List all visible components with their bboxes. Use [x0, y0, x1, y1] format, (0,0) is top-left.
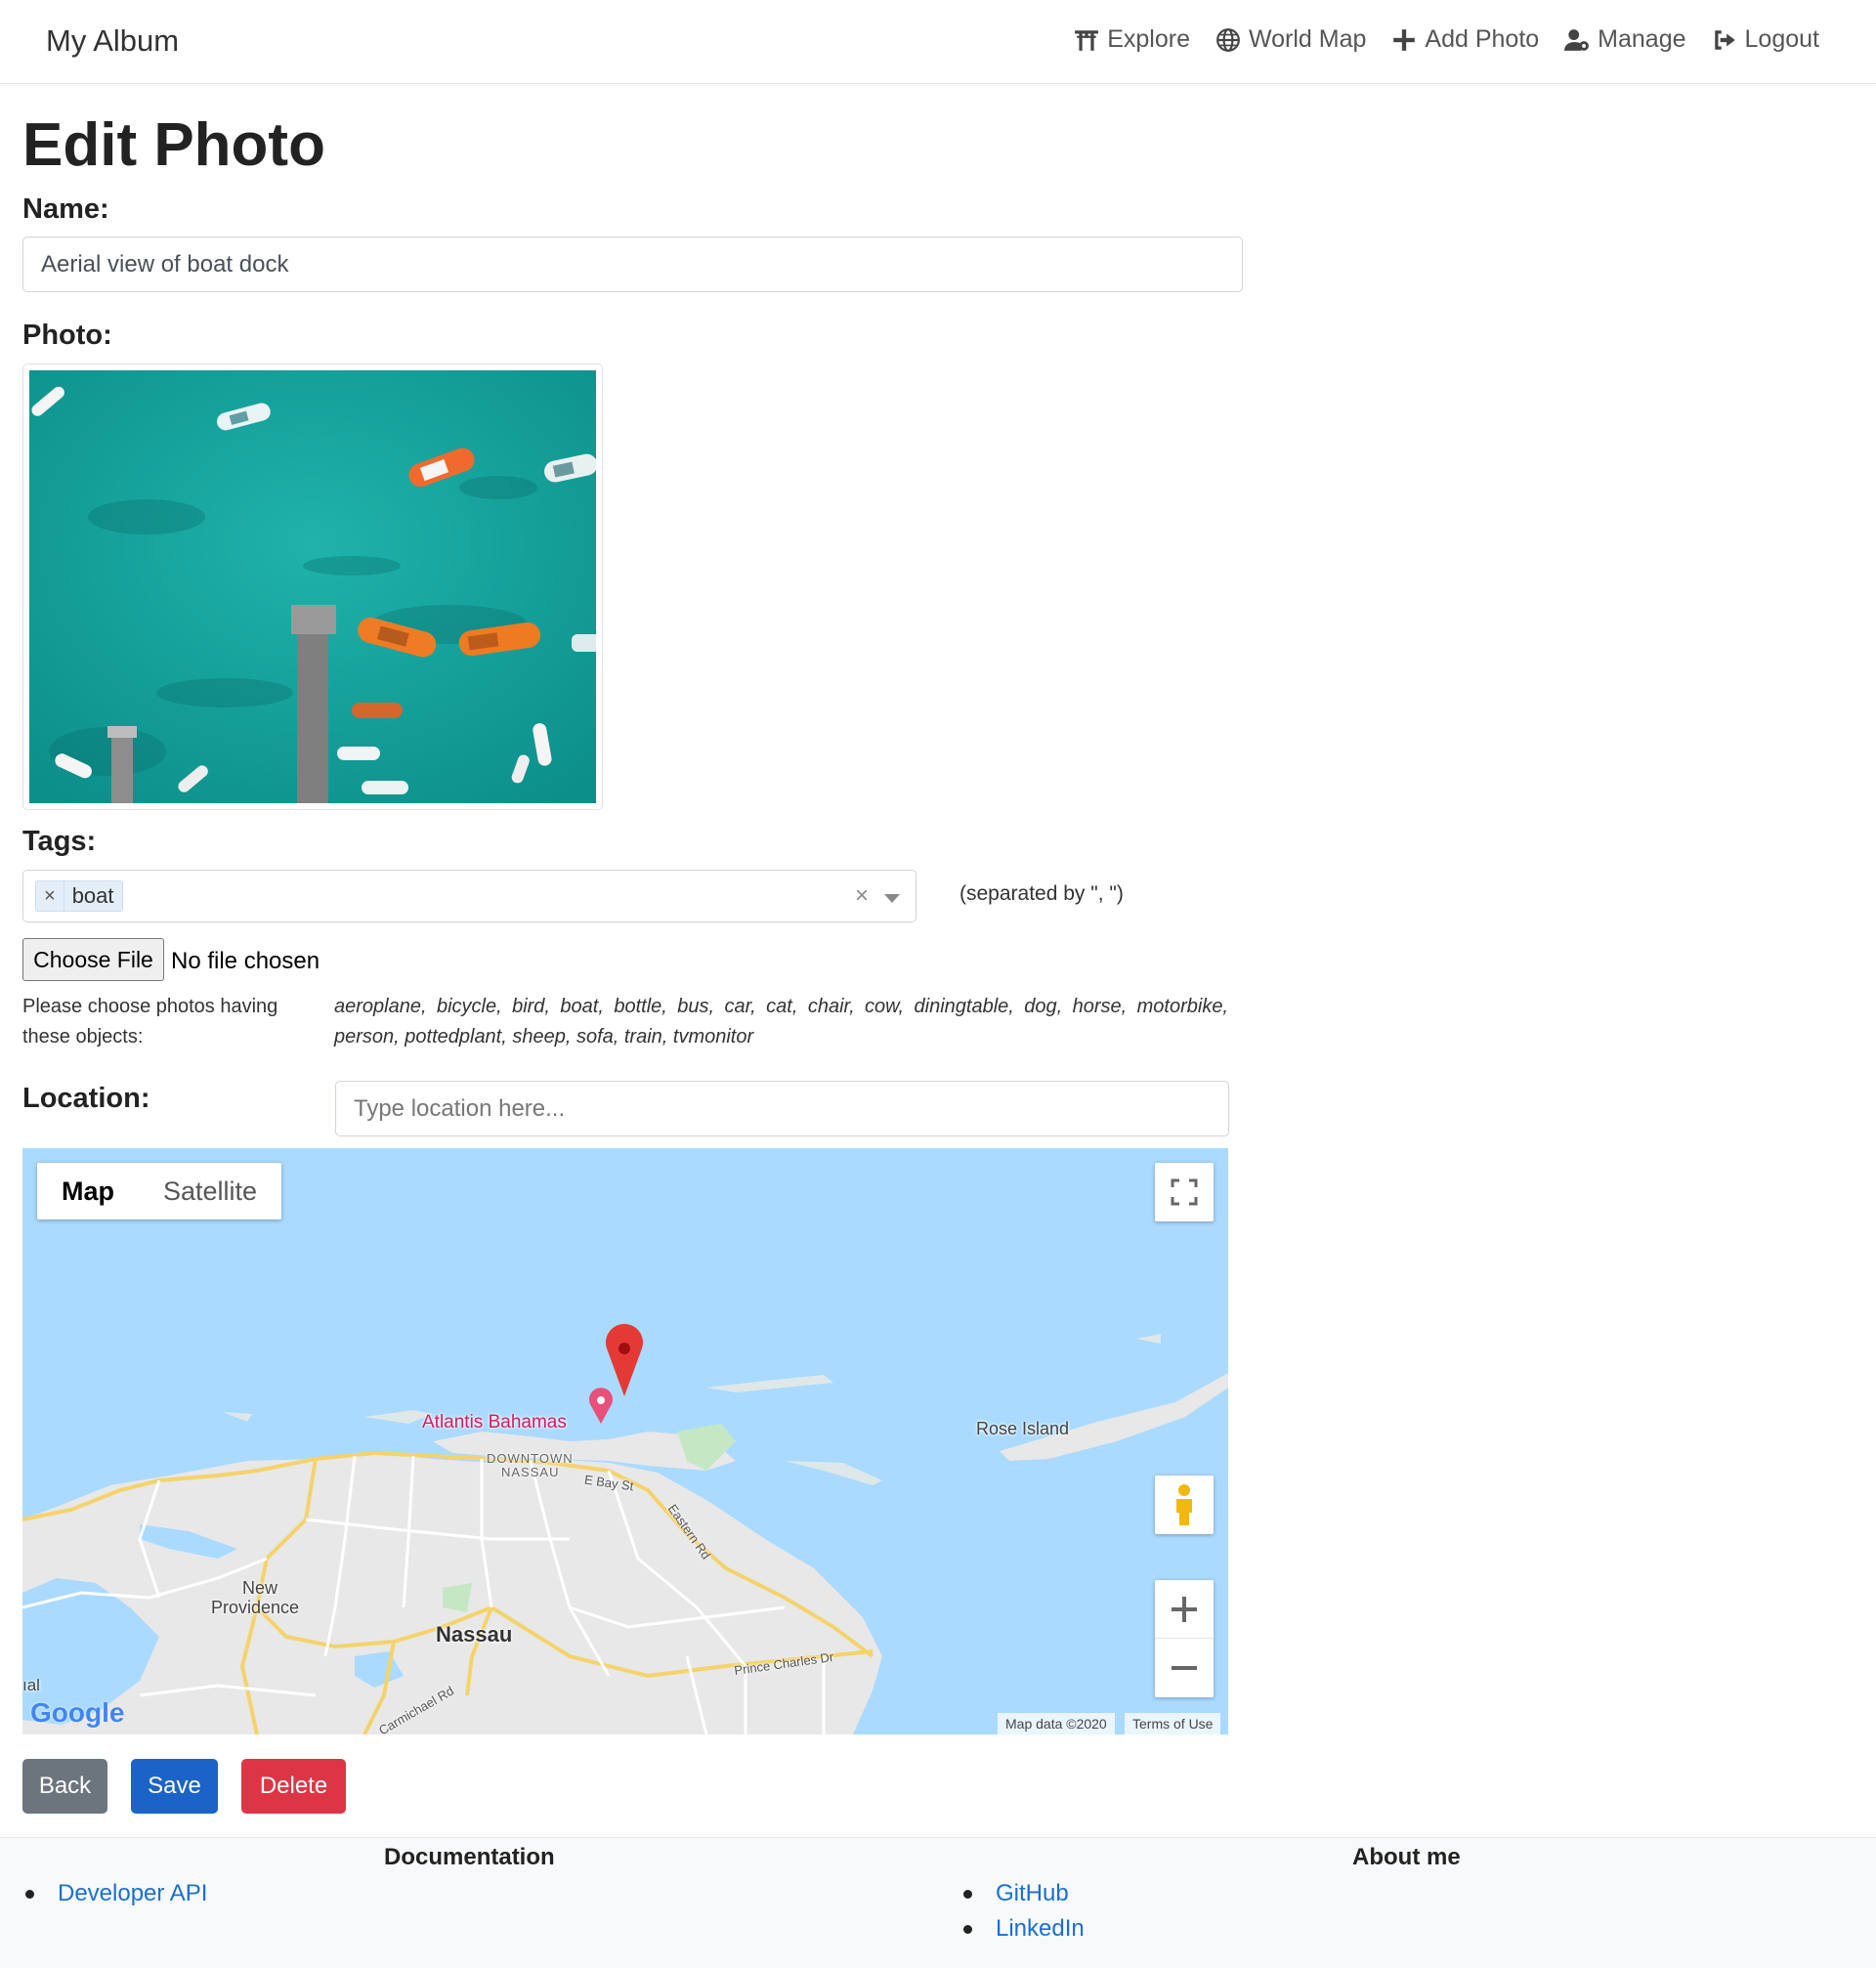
file-status: No file chosen — [171, 948, 320, 974]
map-canvas[interactable] — [22, 1148, 1228, 1734]
objects-list: aeroplane, bicycle, bird, boat, bottle, … — [334, 996, 1228, 1048]
map-label-downtown: DOWNTOWN — [487, 1451, 574, 1466]
tag-chip-label: boat — [71, 883, 114, 908]
page-title: Edit Photo — [22, 111, 325, 179]
nav-logout[interactable]: Logout — [1712, 25, 1819, 54]
footer-documentation-heading: Documentation — [384, 1844, 555, 1870]
map-label-edge-fragment: ıal — [22, 1676, 40, 1694]
torii-gate-icon — [1075, 29, 1099, 51]
photo-label: Photo: — [22, 320, 112, 351]
nav-menu: Explore World Map Add Photo Manage Logou… — [1074, 25, 1819, 54]
google-logo[interactable]: Google — [30, 1697, 124, 1729]
footer-link-developer-api[interactable]: Developer API — [58, 1880, 207, 1907]
back-button[interactable]: Back — [22, 1759, 107, 1814]
nav-explore-label: Explore — [1107, 25, 1190, 53]
zoom-out-icon — [1172, 1666, 1197, 1670]
brand-logo[interactable]: My Album — [46, 23, 179, 59]
choose-file-button[interactable]: Choose File — [22, 938, 164, 981]
plus-icon — [1393, 28, 1416, 51]
nav-manage[interactable]: Manage — [1564, 25, 1686, 54]
tags-hint: (separated by ", ") — [959, 882, 1124, 905]
street-view-pegman-button[interactable] — [1155, 1476, 1214, 1534]
map-label-rose-island: Rose Island — [976, 1419, 1070, 1438]
tags-label: Tags: — [22, 826, 97, 857]
chevron-down-icon[interactable] — [884, 894, 900, 903]
map-label-atlantis[interactable]: Atlantis Bahamas — [422, 1412, 567, 1433]
clear-tags-icon[interactable]: × — [855, 882, 869, 910]
delete-button[interactable]: Delete — [241, 1759, 346, 1814]
globe-icon — [1216, 27, 1240, 52]
map-label-nassau: Nassau — [436, 1622, 513, 1647]
aerial-boat-dock-image — [29, 370, 596, 803]
atlantis-poi-icon[interactable] — [589, 1388, 613, 1424]
nav-add-photo-label: Add Photo — [1425, 25, 1540, 53]
location-map[interactable]: Atlantis Bahamas Rose Island DOWNTOWN NA… — [22, 1148, 1228, 1734]
objects-hint: Please choose photos having these object… — [22, 996, 278, 1048]
tag-chip: × boat — [35, 880, 123, 912]
map-terms-link[interactable]: Terms of Use — [1125, 1713, 1221, 1734]
map-type-satellite-button[interactable]: Satellite — [139, 1163, 281, 1219]
navbar: My Album Explore World Map Add Photo Man… — [0, 0, 1876, 84]
nav-world-map-label: World Map — [1248, 25, 1367, 53]
zoom-out-button[interactable] — [1155, 1639, 1214, 1697]
photo-preview — [22, 364, 603, 810]
location-label: Location: — [22, 1083, 150, 1114]
zoom-control — [1155, 1580, 1214, 1697]
location-input[interactable]: Type location here... — [335, 1081, 1229, 1136]
nav-manage-label: Manage — [1598, 25, 1686, 53]
sign-out-icon — [1714, 29, 1735, 50]
tags-select[interactable]: × boat × — [22, 870, 917, 922]
zoom-in-icon — [1172, 1596, 1197, 1622]
footer-about-heading: About me — [1352, 1844, 1461, 1870]
map-label-new: New — [242, 1578, 278, 1598]
zoom-in-button[interactable] — [1155, 1580, 1214, 1639]
map-label-providence: Providence — [211, 1598, 300, 1617]
save-button[interactable]: Save — [131, 1759, 218, 1814]
nav-add-photo[interactable]: Add Photo — [1391, 25, 1539, 54]
footer-link-github[interactable]: GitHub — [996, 1880, 1069, 1907]
map-label-nassau-small: NASSAU — [501, 1465, 560, 1479]
location-marker-icon[interactable] — [606, 1323, 643, 1396]
tag-remove-icon[interactable]: × — [36, 881, 64, 911]
nav-logout-label: Logout — [1744, 25, 1819, 53]
user-cog-icon — [1564, 28, 1590, 51]
fullscreen-button[interactable] — [1155, 1163, 1214, 1221]
footer-link-linkedin[interactable]: LinkedIn — [996, 1915, 1085, 1943]
nav-world-map[interactable]: World Map — [1215, 25, 1366, 54]
map-type-map-button[interactable]: Map — [37, 1163, 139, 1219]
footer: Documentation Developer API About me Git… — [0, 1837, 1876, 1968]
fullscreen-icon — [1171, 1178, 1198, 1206]
name-input[interactable]: Aerial view of boat dock — [22, 236, 1243, 292]
name-label: Name: — [22, 193, 109, 225]
nav-explore[interactable]: Explore — [1074, 25, 1190, 54]
pegman-icon — [1176, 1484, 1192, 1525]
map-data-attribution: Map data ©2020 — [998, 1713, 1115, 1734]
map-type-control: Map Satellite — [37, 1163, 282, 1219]
